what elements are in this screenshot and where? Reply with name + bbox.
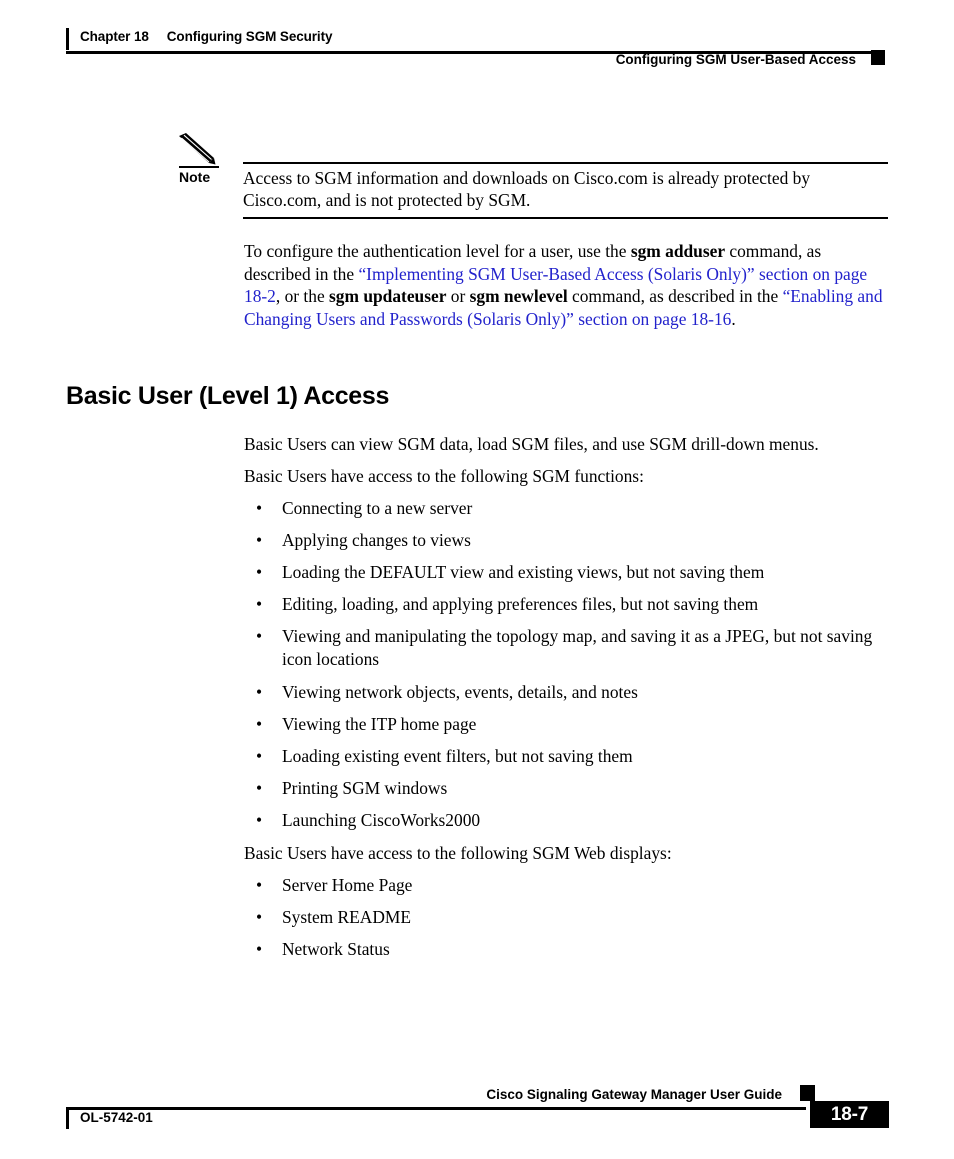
list-item: • Connecting to a new server [256,497,896,520]
bullet-glyph: • [256,594,263,614]
list-item: • Viewing and manipulating the topology … [256,625,896,670]
command-sgm-newlevel: sgm newlevel [469,286,568,307]
list-item: • Loading the DEFAULT view and existing … [256,561,896,584]
header-chapter-number: Chapter 18 [80,29,149,44]
list-item-label: Editing, loading, and applying preferenc… [282,594,759,614]
intro-text-part6: . [731,308,736,329]
list-item: • Editing, loading, and applying prefere… [256,593,896,616]
header-chapter-title: Configuring SGM Security [166,29,333,44]
footer-page-number: 18-7 [810,1101,889,1128]
list-item-label: Loading the DEFAULT view and existing vi… [282,562,765,582]
command-sgm-adduser: sgm adduser [630,241,726,261]
list-item: • Server Home Page [256,874,896,897]
bullet-glyph: • [256,746,263,766]
list-item: • Loading existing event filters, but no… [256,745,896,768]
intro-text-part3: , or the [275,286,330,307]
list-item: • Network Status [256,938,896,961]
bullet-glyph: • [256,810,263,830]
list-item: • System README [256,906,896,929]
list-item-label: Printing SGM windows [282,778,448,798]
list-item: • Applying changes to views [256,529,896,552]
bullet-glyph: • [256,778,263,798]
section-heading-basic-user: Basic User (Level 1) Access [66,382,390,410]
bullet-glyph: • [256,682,263,702]
list-item-label: Network Status [282,939,390,959]
note-text: Access to SGM information and downloads … [243,168,811,211]
header-left-tick [66,28,69,50]
bullet-glyph: • [256,530,263,550]
list-item-label: Launching CiscoWorks2000 [282,810,481,830]
bullet-glyph: • [256,714,263,734]
list-item-label: Viewing network objects, events, details… [282,682,638,702]
list-item: • Launching CiscoWorks2000 [256,809,896,832]
section-paragraph-1: Basic Users can view SGM data, load SGM … [244,434,819,454]
header-running-head: Configuring SGM User-Based Access [615,52,856,67]
note-icon-underline [179,166,219,168]
header-chapter-line: Chapter 18 Configuring SGM Security [80,29,332,44]
list-item-label: Loading existing event filters, but not … [282,746,633,766]
list-item-label: Viewing and manipulating the topology ma… [282,626,873,669]
note-rule-bottom [243,217,888,219]
note-rule-top [243,162,888,164]
list-item-label: Server Home Page [282,875,413,895]
footer-left-tick [66,1109,69,1129]
command-sgm-updateuser: sgm updateuser [329,286,447,307]
bullet-glyph: • [256,907,263,927]
intro-paragraph: To configure the authentication level fo… [244,240,892,330]
intro-text-part4: or [446,286,470,307]
footer-rule [66,1107,806,1110]
footer-guide-title: Cisco Signaling Gateway Manager User Gui… [486,1087,782,1102]
list-item: • Viewing the ITP home page [256,713,896,736]
page-header: Chapter 18 Configuring SGM Security Conf… [0,0,954,80]
bullet-glyph: • [256,626,263,646]
bullet-glyph: • [256,875,263,895]
note-label: Note [179,169,211,185]
header-marker-square [871,50,885,65]
intro-text-part5: command, as described in the [567,286,783,307]
list-item-label: System README [282,907,411,927]
list-item-label: Connecting to a new server [282,498,473,518]
bullet-glyph: • [256,939,263,959]
section-paragraph-3: Basic Users have access to the following… [244,843,672,863]
section-paragraph-2: Basic Users have access to the following… [244,466,644,486]
footer-document-id: OL-5742-01 [80,1110,153,1125]
footer-marker-square [800,1085,815,1101]
list-item-label: Viewing the ITP home page [282,714,477,734]
list-item-label: Applying changes to views [282,530,471,550]
bullet-glyph: • [256,498,263,518]
list-item: • Viewing network objects, events, detai… [256,681,896,704]
bullet-glyph: • [256,562,263,582]
pencil-icon [176,132,236,170]
page-footer: Cisco Signaling Gateway Manager User Gui… [0,1080,954,1150]
intro-text-part1: To configure the authentication level fo… [244,241,631,261]
list-item: • Printing SGM windows [256,777,896,800]
